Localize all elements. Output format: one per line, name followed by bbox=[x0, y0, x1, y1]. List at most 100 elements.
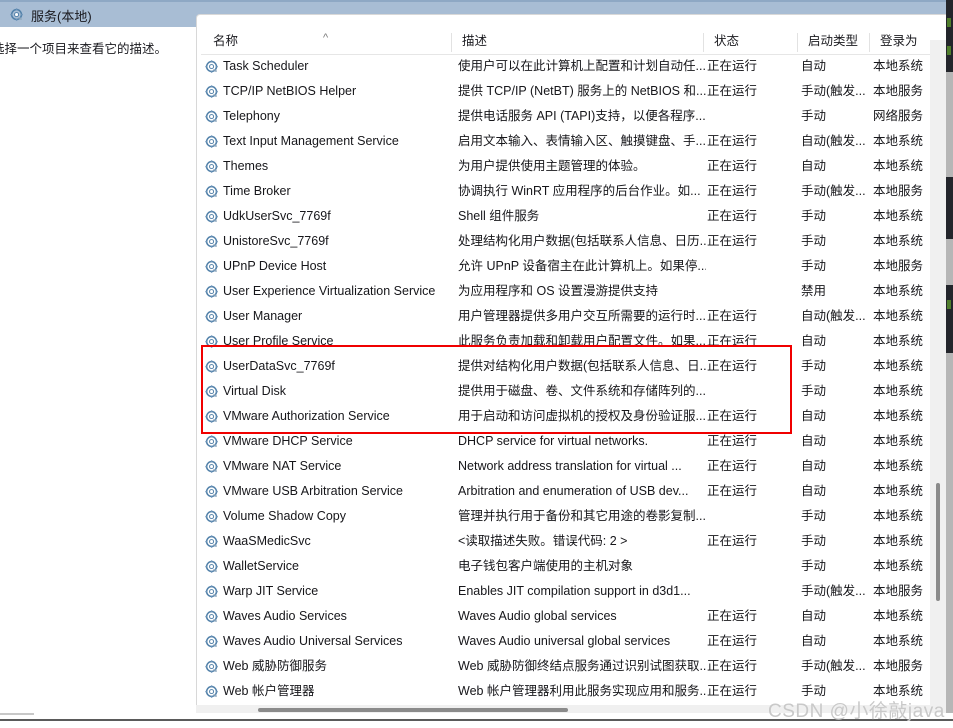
cell-service-name[interactable]: WaaSMedicSvc bbox=[205, 529, 455, 554]
service-gear-icon bbox=[205, 134, 219, 149]
cell-service-name[interactable]: User Profile Service bbox=[205, 329, 455, 354]
cell-service-name[interactable]: VMware USB Arbitration Service bbox=[205, 479, 455, 504]
column-divider-name[interactable] bbox=[451, 33, 452, 52]
cell-service-status: 正在运行 bbox=[707, 434, 758, 448]
column-header-status[interactable]: 状态 bbox=[706, 32, 798, 54]
services-list-pane[interactable]: 名称 ^ 描述 状态 启动类型 登录为 Task Scheduler 使用户可以… bbox=[196, 14, 953, 713]
table-row[interactable]: Text Input Management Service 启用文本输入、表情输入… bbox=[197, 129, 953, 154]
table-row[interactable]: Volume Shadow Copy 管理并执行用于备份和其它用途的卷影复制...… bbox=[197, 504, 953, 529]
table-row[interactable]: Waves Audio Services Waves Audio global s… bbox=[197, 604, 953, 629]
service-gear-icon bbox=[205, 509, 219, 524]
cell-service-name[interactable]: Text Input Management Service bbox=[205, 129, 455, 154]
tab-services-local[interactable]: 服务(本地) bbox=[0, 3, 196, 27]
cell-service-name[interactable]: TCP/IP NetBIOS Helper bbox=[205, 79, 455, 104]
table-row[interactable]: Task Scheduler 使用户可以在此计算机上配置和计划自动任... 正在运行… bbox=[197, 54, 953, 79]
cell-service-name[interactable]: Time Broker bbox=[205, 179, 455, 204]
cell-service-startup-type: 手动(触发... bbox=[801, 584, 866, 598]
cell-service-startup-type: 自动(触发... bbox=[801, 134, 866, 148]
cell-service-description: 允许 UPnP 设备宿主在此计算机上。如果停... bbox=[458, 259, 706, 273]
table-row[interactable]: Virtual Disk 提供用于磁盘、卷、文件系统和存储阵列的... 手动 本地系统 bbox=[197, 379, 953, 404]
table-row[interactable]: Themes 为用户提供使用主题管理的体验。 正在运行 自动 本地系统 bbox=[197, 154, 953, 179]
table-row[interactable]: WaaSMedicSvc <读取描述失败。错误代码: 2 > 正在运行 手动 本地系统 bbox=[197, 529, 953, 554]
column-divider-startup-type[interactable] bbox=[869, 33, 870, 52]
cell-service-description: 协调执行 WinRT 应用程序的后台作业。如... bbox=[458, 184, 701, 198]
table-row[interactable]: TCP/IP NetBIOS Helper 提供 TCP/IP (NetBT) 服… bbox=[197, 79, 953, 104]
column-header-startup-type[interactable]: 启动类型 bbox=[800, 32, 870, 54]
table-row[interactable]: VMware NAT Service Network address transl… bbox=[197, 454, 953, 479]
cell-service-status: 正在运行 bbox=[707, 309, 758, 323]
cell-service-name[interactable]: Waves Audio Services bbox=[205, 604, 455, 629]
table-row[interactable]: Web 帐户管理器 Web 帐户管理器利用此服务实现应用和服务... 正在运行 手动本… bbox=[197, 679, 953, 704]
service-gear-icon bbox=[205, 584, 219, 599]
cell-service-startup-type: 自动 bbox=[801, 59, 827, 73]
cell-service-startup-type: 自动 bbox=[801, 609, 827, 623]
cell-service-status: 正在运行 bbox=[707, 84, 758, 98]
service-name-label: TCP/IP NetBIOS Helper bbox=[223, 84, 357, 98]
list-header: 名称 ^ 描述 状态 启动类型 登录为 bbox=[197, 32, 953, 55]
cell-service-name[interactable]: Virtual Disk bbox=[205, 379, 455, 404]
service-name-label: Themes bbox=[223, 159, 269, 173]
table-row[interactable]: User Experience Virtualization Service 为应… bbox=[197, 279, 953, 304]
service-gear-icon bbox=[205, 109, 219, 124]
table-row[interactable]: User Manager 用户管理器提供多用户交互所需要的运行时... 正在运行 自动… bbox=[197, 304, 953, 329]
table-row[interactable]: VMware USB Arbitration Service Arbitratio… bbox=[197, 479, 953, 504]
background-accent-3 bbox=[947, 300, 951, 309]
cell-service-name[interactable]: UnistoreSvc_7769f bbox=[205, 229, 455, 254]
service-name-label: Time Broker bbox=[223, 184, 291, 198]
description-pane: 选择一个项目来查看它的描述。 bbox=[0, 27, 196, 713]
cell-service-description: Enables JIT compilation support in d3d1.… bbox=[458, 584, 691, 598]
cell-service-name[interactable]: VMware NAT Service bbox=[205, 454, 455, 479]
column-header-description[interactable]: 描述 bbox=[454, 32, 704, 54]
cell-service-name[interactable]: VMware Authorization Service bbox=[205, 404, 455, 429]
cell-service-name[interactable]: Telephony bbox=[205, 104, 455, 129]
service-name-label: Waves Audio Universal Services bbox=[223, 634, 403, 648]
cell-service-name[interactable]: Web 帐户管理器 bbox=[205, 679, 455, 704]
table-row[interactable]: Time Broker 协调执行 WinRT 应用程序的后台作业。如... 正在运行… bbox=[197, 179, 953, 204]
cell-service-status: 正在运行 bbox=[707, 334, 758, 348]
cell-service-name[interactable]: Waves Audio Universal Services bbox=[205, 629, 455, 654]
service-gear-icon bbox=[205, 209, 219, 224]
service-name-label: UPnP Device Host bbox=[223, 259, 327, 273]
table-row[interactable]: User Profile Service 此服务负责加载和卸载用户配置文件。如果.… bbox=[197, 329, 953, 354]
table-row[interactable]: UPnP Device Host 允许 UPnP 设备宿主在此计算机上。如果停..… bbox=[197, 254, 953, 279]
cell-service-name[interactable]: Web 威胁防御服务 bbox=[205, 654, 455, 679]
cell-service-startup-type: 手动 bbox=[801, 384, 827, 398]
service-gear-icon bbox=[205, 284, 219, 299]
cell-service-name[interactable]: Volume Shadow Copy bbox=[205, 504, 455, 529]
window-right-edge bbox=[946, 0, 953, 728]
vertical-scrollbar-thumb[interactable] bbox=[936, 483, 940, 601]
table-row[interactable]: VMware DHCP Service DHCP service for virt… bbox=[197, 429, 953, 454]
horizontal-scrollbar-thumb[interactable] bbox=[258, 708, 568, 712]
service-gear-icon bbox=[205, 409, 219, 424]
cell-service-name[interactable]: WalletService bbox=[205, 554, 455, 579]
table-row[interactable]: UserDataSvc_7769f 提供对结构化用户数据(包括联系人信息、日...… bbox=[197, 354, 953, 379]
table-row[interactable]: Web 威胁防御服务 Web 威胁防御终结点服务通过识别试图获取... 正在运行 手动… bbox=[197, 654, 953, 679]
table-row[interactable]: Telephony 提供电话服务 API (TAPI)支持，以便各程序... 手动网… bbox=[197, 104, 953, 129]
table-row[interactable]: UdkUserSvc_7769f Shell 组件服务 正在运行 手动 本地系统 bbox=[197, 204, 953, 229]
service-gear-icon bbox=[205, 609, 219, 624]
table-row[interactable]: Warp JIT Service Enables JIT compilation … bbox=[197, 579, 953, 604]
column-divider-status[interactable] bbox=[797, 33, 798, 52]
table-row[interactable]: UnistoreSvc_7769f 处理结构化用户数据(包括联系人信息、日历...… bbox=[197, 229, 953, 254]
cell-service-name[interactable]: UserDataSvc_7769f bbox=[205, 354, 455, 379]
cell-service-startup-type: 手动 bbox=[801, 109, 827, 123]
column-header-name[interactable]: 名称 bbox=[205, 32, 455, 54]
cell-service-name[interactable]: UdkUserSvc_7769f bbox=[205, 204, 455, 229]
cell-service-name[interactable]: Warp JIT Service bbox=[205, 579, 455, 604]
cell-service-status: 正在运行 bbox=[707, 409, 758, 423]
table-row[interactable]: Waves Audio Universal Services Waves Audi… bbox=[197, 629, 953, 654]
cell-service-name[interactable]: Task Scheduler bbox=[205, 54, 455, 79]
service-gear-icon bbox=[205, 634, 219, 649]
table-row[interactable]: VMware Authorization Service 用于启动和访问虚拟机的授… bbox=[197, 404, 953, 429]
cell-service-name[interactable]: User Manager bbox=[205, 304, 455, 329]
cell-service-name[interactable]: User Experience Virtualization Service bbox=[205, 279, 455, 304]
table-row[interactable]: WalletService 电子钱包客户端使用的主机对象 手动 本地系统 bbox=[197, 554, 953, 579]
vertical-scrollbar-track[interactable] bbox=[930, 40, 946, 713]
cell-service-name[interactable]: UPnP Device Host bbox=[205, 254, 455, 279]
column-divider-description[interactable] bbox=[703, 33, 704, 52]
cell-service-startup-type: 手动(触发... bbox=[801, 184, 866, 198]
cell-service-name[interactable]: Themes bbox=[205, 154, 455, 179]
cell-service-name[interactable]: VMware DHCP Service bbox=[205, 429, 455, 454]
cell-service-status: 正在运行 bbox=[707, 634, 758, 648]
service-name-label: Virtual Disk bbox=[223, 384, 286, 398]
